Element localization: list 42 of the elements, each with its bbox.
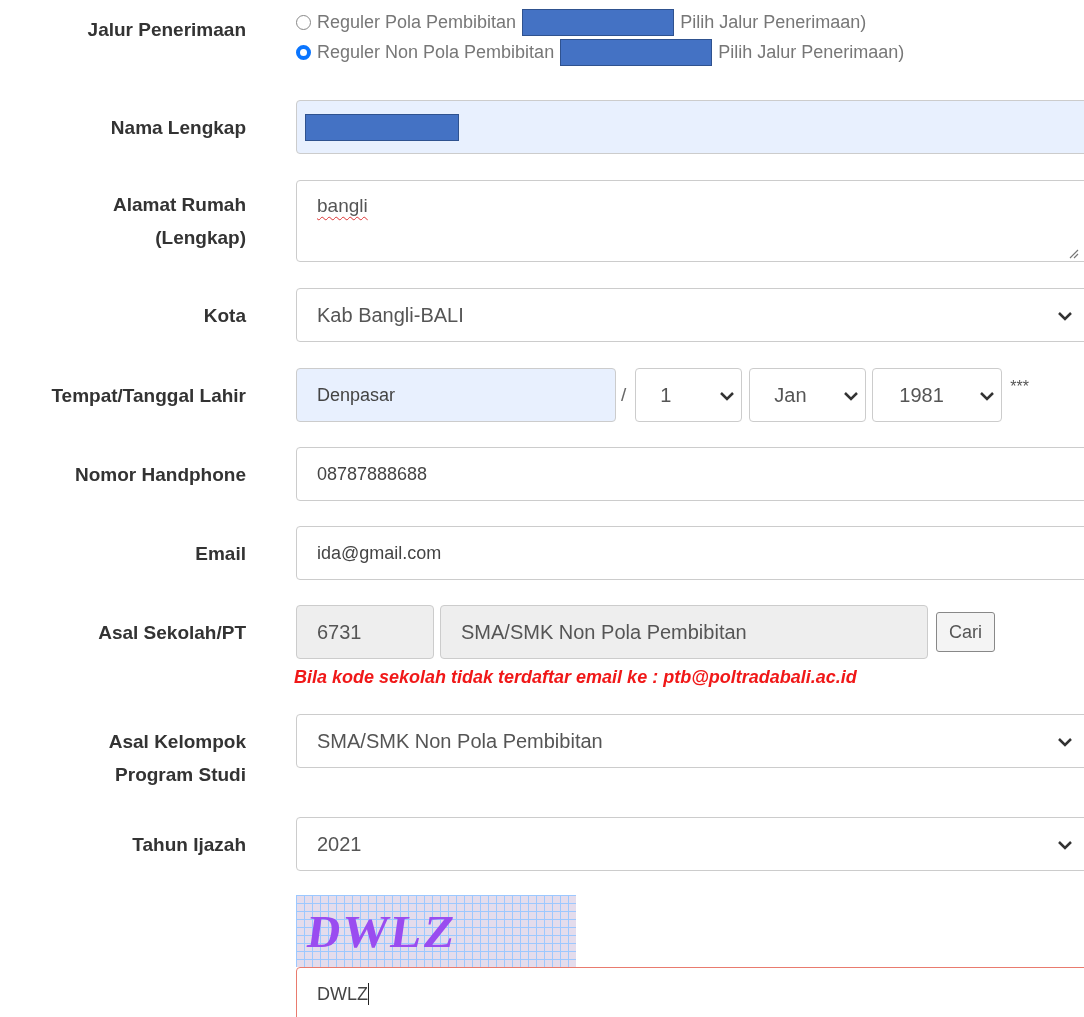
birthplace-input[interactable]: Denpasar <box>296 368 616 422</box>
separator-text: / <box>621 384 627 406</box>
captcha-input[interactable]: DWLZ <box>296 967 1084 1017</box>
captcha-image: DWLZ <box>296 895 576 967</box>
chevron-down-icon <box>719 391 736 401</box>
radio-note: Pilih Jalur Penerimaan) <box>718 41 905 63</box>
month-select[interactable]: Jan <box>749 368 867 422</box>
chevron-down-icon <box>1057 311 1073 321</box>
radio-label: Reguler Non Pola Pembibitan <box>317 41 555 63</box>
field-label: Nama Lengkap <box>110 115 246 140</box>
radio-label: Reguler Pola Pembibitan <box>317 11 517 33</box>
phone-input[interactable]: 08787888688 <box>296 447 1084 501</box>
day-select[interactable]: 1 <box>635 368 743 422</box>
field-label: Jalur Penerimaan <box>87 18 246 42</box>
city-select[interactable]: Kab Bangli-BALI <box>296 288 1084 342</box>
warning-text: Bila kode sekolah tidak terdaftar email ke : ptb@poltradabali.ac.id <box>294 667 858 688</box>
school-code-input[interactable]: 6731 <box>296 605 434 659</box>
field-label: Email <box>195 541 246 566</box>
radio-button[interactable] <box>296 44 311 60</box>
chevron-down-icon <box>1057 737 1073 747</box>
field-label: Asal Kelompok Program Studi <box>107 730 246 787</box>
address-textarea[interactable]: bangli <box>296 180 1084 262</box>
name-input[interactable] <box>296 100 1084 154</box>
field-label: Nomor Handphone <box>75 462 246 487</box>
year-select[interactable]: 1981 <box>872 368 1003 422</box>
field-label: Asal Sekolah/PT <box>98 621 246 645</box>
search-button[interactable]: Cari <box>936 612 995 652</box>
radio-button[interactable] <box>296 14 311 30</box>
resize-grip-icon[interactable] <box>1067 247 1079 259</box>
required-mark: *** <box>1010 378 1029 396</box>
program-group-select[interactable]: SMA/SMK Non Pola Pembibitan <box>296 714 1084 768</box>
school-name-input[interactable]: SMA/SMK Non Pola Pembibitan <box>440 605 928 659</box>
email-input[interactable]: ida@gmail.com <box>296 526 1084 580</box>
chevron-down-icon <box>1057 840 1073 850</box>
chevron-down-icon <box>979 391 996 401</box>
chevron-down-icon <box>843 391 860 401</box>
field-label: Tempat/Tanggal Lahir <box>51 383 246 408</box>
field-label: Kota <box>203 303 246 328</box>
field-label: Tahun Ijazah <box>132 832 246 857</box>
radio-note: Pilih Jalur Penerimaan) <box>680 11 867 33</box>
field-label: Alamat Rumah (Lengkap) <box>111 193 246 250</box>
year-select[interactable]: 2021 <box>296 817 1084 871</box>
